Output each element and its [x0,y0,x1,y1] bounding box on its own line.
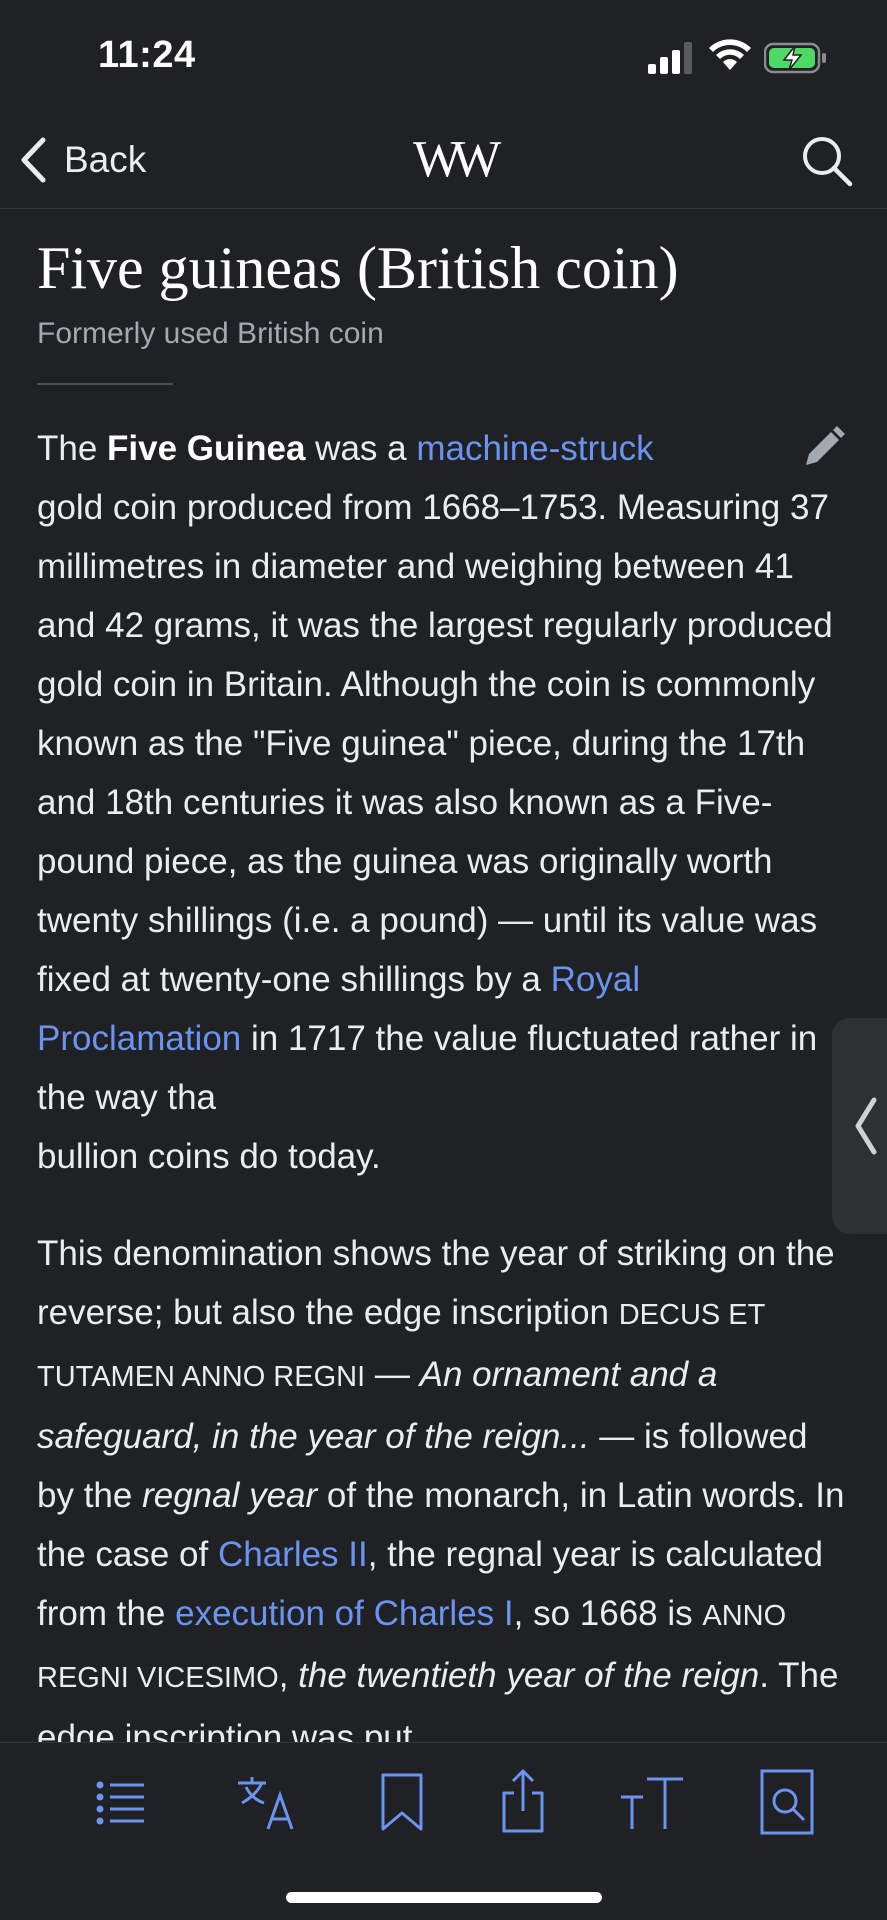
find-in-page-button[interactable] [752,1767,822,1837]
chevron-left-icon [855,1097,877,1155]
contents-button[interactable] [86,1767,156,1837]
article-header: Five guineas (British coin) Formerly use… [37,208,847,385]
page-title: Five guineas (British coin) [37,235,679,301]
share-button[interactable] [488,1767,558,1837]
text-size-button[interactable] [617,1767,687,1837]
share-icon [502,1769,544,1833]
back-label: Back [64,139,147,180]
page-description: Formerly used British coin [37,317,384,350]
signal-icon [648,42,692,74]
status-time: 11:24 [98,34,196,76]
language-icon [238,1777,294,1830]
home-indicator [286,1892,602,1903]
article-paragraph-2: This denomination shows the year of stri… [37,1234,845,1757]
search-icon[interactable] [800,134,854,188]
battery-charging-icon [764,42,826,74]
article-paragraph-1: The Five Guinea was a machine-struck gol… [37,429,833,1176]
bookmark-button[interactable] [367,1767,437,1837]
title-divider [37,383,173,385]
navigation-bar: Back WW [0,110,887,209]
link-execution-of-charles-i[interactable]: execution of Charles I [175,1594,514,1633]
text-size-icon [621,1777,683,1829]
back-button[interactable]: Back [18,134,146,186]
language-button[interactable] [234,1767,304,1837]
status-bar: 11:24 [0,0,887,110]
bold-term: Five Guinea [107,429,306,468]
wifi-icon [709,39,751,70]
side-panel-tab[interactable] [832,1018,887,1234]
wikipedia-logo: WW [413,131,502,188]
find-in-page-icon [760,1769,814,1835]
contents-icon [96,1781,144,1825]
bookmark-icon [381,1773,423,1831]
link-machine-struck[interactable]: machine-struck [416,429,653,468]
link-charles-ii[interactable]: Charles II [218,1535,368,1574]
chevron-left-icon [21,137,46,183]
